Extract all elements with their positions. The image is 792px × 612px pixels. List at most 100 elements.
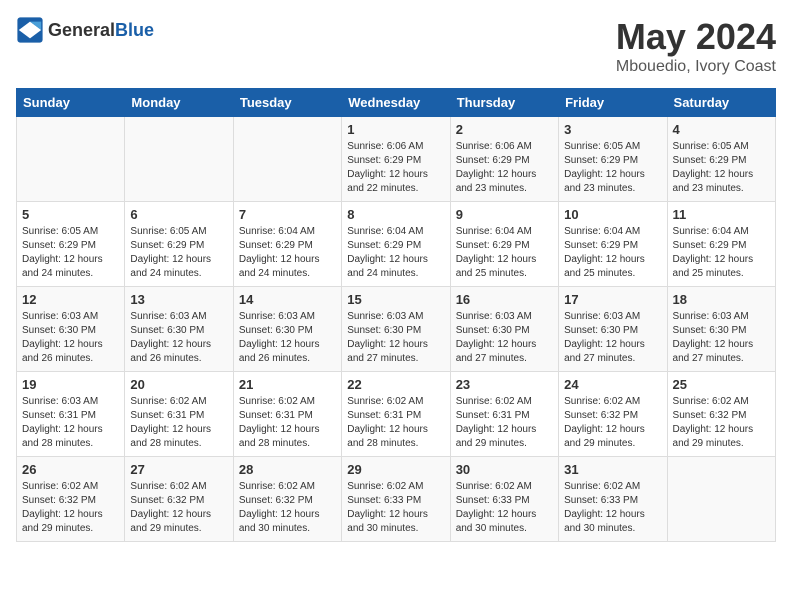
calendar-cell: 23 Sunrise: 6:02 AM Sunset: 6:31 PM Dayli… xyxy=(450,372,558,457)
day-number: 25 xyxy=(673,377,770,392)
day-info: Sunrise: 6:05 AM Sunset: 6:29 PM Dayligh… xyxy=(564,140,661,196)
calendar-cell: 6Sunrise: 6:05 AM Sunset: 6:29 PM Daylig… xyxy=(125,202,233,287)
day-number: 15 xyxy=(347,292,444,307)
day-info: Sunrise: 6:03 AM Sunset: 6:30 PM Dayligh… xyxy=(456,310,553,366)
day-number: 28 xyxy=(239,462,336,477)
day-info: Sunrise: 6:06 AM Sunset: 6:29 PM Dayligh… xyxy=(456,140,553,196)
day-number: 24 xyxy=(564,377,661,392)
day-info: Sunrise: 6:02 AM Sunset: 6:33 PM Dayligh… xyxy=(347,480,444,536)
day-number: 13 xyxy=(130,292,227,307)
calendar-cell: 1Sunrise: 6:06 AM Sunset: 6:29 PM Daylig… xyxy=(342,117,450,202)
calendar-cell: 13 Sunrise: 6:03 AM Sunset: 6:30 PM Dayli… xyxy=(125,287,233,372)
day-info: Sunrise: 6:03 AM Sunset: 6:30 PM Dayligh… xyxy=(347,310,444,366)
logo-icon xyxy=(16,16,44,44)
calendar-cell: 3 Sunrise: 6:05 AM Sunset: 6:29 PM Daylig… xyxy=(559,117,667,202)
day-number: 11 xyxy=(673,207,770,222)
calendar-cell: 8 Sunrise: 6:04 AM Sunset: 6:29 PM Daylig… xyxy=(342,202,450,287)
day-info: Sunrise: 6:02 AM Sunset: 6:31 PM Dayligh… xyxy=(456,395,553,451)
day-info: Sunrise: 6:04 AM Sunset: 6:29 PM Dayligh… xyxy=(564,225,661,281)
week-row-4: 19 Sunrise: 6:03 AM Sunset: 6:31 PM Dayli… xyxy=(17,372,776,457)
calendar-cell: 24 Sunrise: 6:02 AM Sunset: 6:32 PM Dayli… xyxy=(559,372,667,457)
day-number: 31 xyxy=(564,462,661,477)
day-info: Sunrise: 6:04 AM Sunset: 6:29 PM Dayligh… xyxy=(456,225,553,281)
calendar-cell: 21Sunrise: 6:02 AM Sunset: 6:31 PM Dayli… xyxy=(233,372,341,457)
day-number: 16 xyxy=(456,292,553,307)
day-number: 17 xyxy=(564,292,661,307)
logo-text-blue: Blue xyxy=(115,20,154,40)
day-number: 4 xyxy=(673,122,770,137)
day-number: 3 xyxy=(564,122,661,137)
day-info: Sunrise: 6:02 AM Sunset: 6:33 PM Dayligh… xyxy=(456,480,553,536)
calendar-cell xyxy=(125,117,233,202)
day-info: Sunrise: 6:02 AM Sunset: 6:32 PM Dayligh… xyxy=(673,395,770,451)
day-info: Sunrise: 6:03 AM Sunset: 6:30 PM Dayligh… xyxy=(130,310,227,366)
day-info: Sunrise: 6:02 AM Sunset: 6:32 PM Dayligh… xyxy=(564,395,661,451)
header-day-friday: Friday xyxy=(559,89,667,117)
day-info: Sunrise: 6:02 AM Sunset: 6:33 PM Dayligh… xyxy=(564,480,661,536)
day-number: 29 xyxy=(347,462,444,477)
header: GeneralBlue May 2024 Mbouedio, Ivory Coa… xyxy=(16,16,776,76)
header-day-sunday: Sunday xyxy=(17,89,125,117)
calendar-cell: 31 Sunrise: 6:02 AM Sunset: 6:33 PM Dayli… xyxy=(559,457,667,542)
day-number: 7 xyxy=(239,207,336,222)
day-info: Sunrise: 6:02 AM Sunset: 6:32 PM Dayligh… xyxy=(239,480,336,536)
calendar-cell: 14 Sunrise: 6:03 AM Sunset: 6:30 PM Dayli… xyxy=(233,287,341,372)
day-number: 18 xyxy=(673,292,770,307)
logo-text-general: General xyxy=(48,20,115,40)
calendar-cell: 16 Sunrise: 6:03 AM Sunset: 6:30 PM Dayli… xyxy=(450,287,558,372)
title-area: May 2024 Mbouedio, Ivory Coast xyxy=(616,16,776,76)
calendar-cell: 19 Sunrise: 6:03 AM Sunset: 6:31 PM Dayli… xyxy=(17,372,125,457)
day-info: Sunrise: 6:03 AM Sunset: 6:30 PM Dayligh… xyxy=(239,310,336,366)
calendar-cell: 12 Sunrise: 6:03 AM Sunset: 6:30 PM Dayli… xyxy=(17,287,125,372)
day-info: Sunrise: 6:05 AM Sunset: 6:29 PM Dayligh… xyxy=(673,140,770,196)
day-info: Sunrise: 6:04 AM Sunset: 6:29 PM Dayligh… xyxy=(673,225,770,281)
calendar-cell: 9 Sunrise: 6:04 AM Sunset: 6:29 PM Daylig… xyxy=(450,202,558,287)
calendar-cell: 26Sunrise: 6:02 AM Sunset: 6:32 PM Dayli… xyxy=(17,457,125,542)
header-day-wednesday: Wednesday xyxy=(342,89,450,117)
day-number: 5 xyxy=(22,207,119,222)
day-number: 20 xyxy=(130,377,227,392)
day-number: 2 xyxy=(456,122,553,137)
calendar-cell: 17 Sunrise: 6:03 AM Sunset: 6:30 PM Dayli… xyxy=(559,287,667,372)
week-row-3: 12 Sunrise: 6:03 AM Sunset: 6:30 PM Dayli… xyxy=(17,287,776,372)
day-number: 22 xyxy=(347,377,444,392)
header-day-thursday: Thursday xyxy=(450,89,558,117)
day-info: Sunrise: 6:03 AM Sunset: 6:30 PM Dayligh… xyxy=(564,310,661,366)
day-number: 19 xyxy=(22,377,119,392)
day-number: 12 xyxy=(22,292,119,307)
day-info: Sunrise: 6:04 AM Sunset: 6:29 PM Dayligh… xyxy=(347,225,444,281)
calendar-cell: 4 Sunrise: 6:05 AM Sunset: 6:29 PM Daylig… xyxy=(667,117,775,202)
calendar-header-row: SundayMondayTuesdayWednesdayThursdayFrid… xyxy=(17,89,776,117)
day-info: Sunrise: 6:03 AM Sunset: 6:30 PM Dayligh… xyxy=(673,310,770,366)
day-info: Sunrise: 6:04 AM Sunset: 6:29 PM Dayligh… xyxy=(239,225,336,281)
calendar-cell: 30 Sunrise: 6:02 AM Sunset: 6:33 PM Dayli… xyxy=(450,457,558,542)
calendar-cell xyxy=(233,117,341,202)
calendar-cell: 20Sunrise: 6:02 AM Sunset: 6:31 PM Dayli… xyxy=(125,372,233,457)
day-info: Sunrise: 6:02 AM Sunset: 6:31 PM Dayligh… xyxy=(347,395,444,451)
day-number: 6 xyxy=(130,207,227,222)
day-number: 27 xyxy=(130,462,227,477)
calendar-cell: 25 Sunrise: 6:02 AM Sunset: 6:32 PM Dayli… xyxy=(667,372,775,457)
main-title: May 2024 xyxy=(616,16,776,58)
calendar-cell: 10Sunrise: 6:04 AM Sunset: 6:29 PM Dayli… xyxy=(559,202,667,287)
day-info: Sunrise: 6:02 AM Sunset: 6:31 PM Dayligh… xyxy=(239,395,336,451)
day-info: Sunrise: 6:05 AM Sunset: 6:29 PM Dayligh… xyxy=(22,225,119,281)
day-number: 9 xyxy=(456,207,553,222)
calendar-cell: 18 Sunrise: 6:03 AM Sunset: 6:30 PM Dayli… xyxy=(667,287,775,372)
day-number: 14 xyxy=(239,292,336,307)
logo: GeneralBlue xyxy=(16,16,154,44)
day-info: Sunrise: 6:03 AM Sunset: 6:31 PM Dayligh… xyxy=(22,395,119,451)
calendar-table: SundayMondayTuesdayWednesdayThursdayFrid… xyxy=(16,88,776,542)
week-row-1: 1Sunrise: 6:06 AM Sunset: 6:29 PM Daylig… xyxy=(17,117,776,202)
calendar-cell xyxy=(667,457,775,542)
day-info: Sunrise: 6:03 AM Sunset: 6:30 PM Dayligh… xyxy=(22,310,119,366)
header-day-tuesday: Tuesday xyxy=(233,89,341,117)
day-number: 30 xyxy=(456,462,553,477)
calendar-body: 1Sunrise: 6:06 AM Sunset: 6:29 PM Daylig… xyxy=(17,117,776,542)
day-number: 26 xyxy=(22,462,119,477)
calendar-cell: 27Sunrise: 6:02 AM Sunset: 6:32 PM Dayli… xyxy=(125,457,233,542)
calendar-cell: 29 Sunrise: 6:02 AM Sunset: 6:33 PM Dayli… xyxy=(342,457,450,542)
day-number: 23 xyxy=(456,377,553,392)
calendar-cell xyxy=(17,117,125,202)
day-number: 8 xyxy=(347,207,444,222)
